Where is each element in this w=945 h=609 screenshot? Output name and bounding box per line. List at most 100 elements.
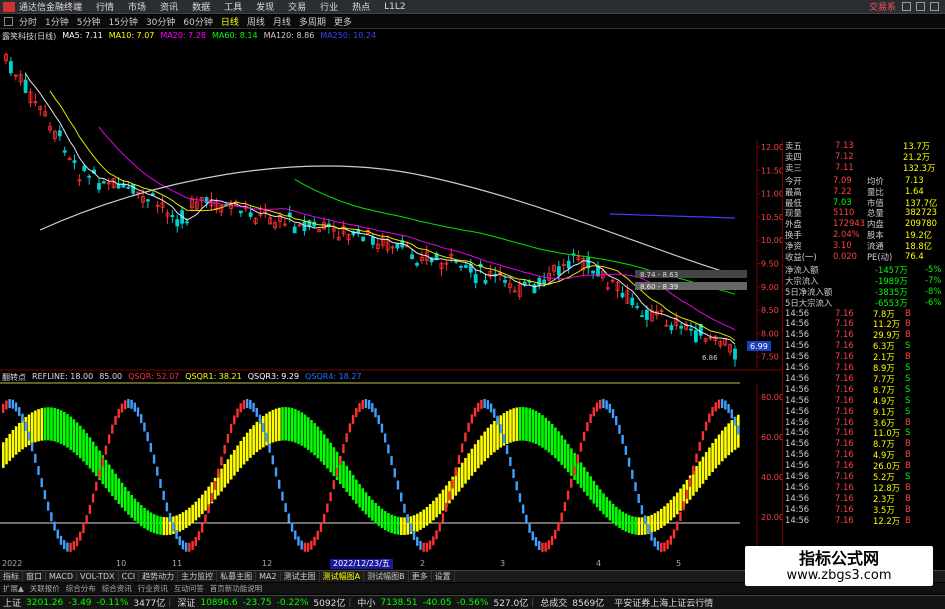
indicator-wave-bar — [107, 434, 111, 444]
indicator-wave-bar — [499, 424, 502, 434]
tick-row: 14:56 7.16 2.1万 B — [783, 351, 945, 362]
tab-13[interactable]: 设置 — [432, 571, 455, 582]
tab-0[interactable]: 指标 — [0, 571, 23, 582]
indicator-wave-bar — [249, 399, 252, 409]
stat-row: 外盘 172943 内盘 209780 — [783, 218, 945, 229]
flow-row: 5日净流入额 -3835万 -8% — [783, 286, 945, 297]
indicator-wave-bar — [672, 529, 676, 539]
indicator-wave-bar — [188, 542, 191, 552]
indicator-wave-bar — [146, 432, 149, 442]
indicator-wave-bar — [204, 514, 207, 524]
indicator-wave-bar — [130, 399, 133, 409]
indicator-band-bar — [75, 422, 79, 456]
tick-side: S — [905, 340, 911, 351]
tab-6[interactable]: 主力监控 — [178, 571, 218, 582]
candle-body — [57, 130, 62, 137]
indicator-band-bar — [679, 488, 682, 511]
candle-body — [635, 306, 640, 308]
candle-body — [175, 219, 180, 227]
indicator-wave-bar — [598, 399, 602, 409]
indicator-wave-bar — [460, 443, 464, 453]
info-tab-4[interactable]: 行业资讯 — [135, 583, 171, 594]
index-name[interactable]: 上证 — [3, 596, 21, 609]
index-name[interactable]: 深证 — [177, 596, 195, 609]
indicator-wave-bar — [679, 511, 682, 521]
tab-12[interactable]: 更多 — [409, 571, 432, 582]
indicator-band-bar — [149, 512, 153, 532]
indicator-band-bar — [290, 408, 294, 442]
indicator-wave-bar — [592, 407, 595, 417]
tick-price: 7.16 — [835, 481, 854, 492]
index-amount: 527.0亿 — [493, 599, 529, 609]
stat-value: 76.4 — [905, 251, 924, 261]
indicator-wave-bar — [708, 413, 711, 423]
indicator-wave-bar — [695, 453, 698, 463]
indicator-band-bar — [464, 457, 467, 484]
index-status-bar: 上证 3201.26 -3.49 -0.11% 3477亿 | 深证 10896.6 -23.7… — [0, 595, 945, 609]
axis-month-12: 12 — [262, 559, 273, 568]
price-tick-label: 10.50 — [761, 213, 784, 222]
candle-body — [8, 61, 13, 74]
tick-row: 14:56 7.16 8.7万 B — [783, 438, 945, 449]
indicator-wave-bar — [727, 404, 730, 414]
tab-7[interactable]: 私募主图 — [217, 571, 257, 582]
indicator-wave-bar — [383, 433, 387, 443]
tab-4[interactable]: CCI — [119, 572, 140, 581]
indicator-band-bar — [554, 427, 557, 459]
indicator-wave-bar — [627, 457, 631, 467]
info-tab-2[interactable]: 综合分布 — [63, 583, 99, 594]
stat-value: 7.22 — [833, 185, 852, 196]
tab-8[interactable]: MA2 — [256, 572, 281, 581]
tab-9[interactable]: 测试主图 — [281, 571, 320, 582]
tick-row: 14:56 7.16 9.1万 S — [783, 406, 945, 417]
indicator-legend: 翻转点 REFLINE: 18.00 85.00 QSQR: 52.07 QSQ… — [2, 372, 362, 382]
info-tab-5[interactable]: 互动问答 — [171, 583, 207, 594]
tab-2[interactable]: MACD — [46, 572, 77, 581]
tick-side: B — [905, 503, 911, 514]
info-tab-6[interactable]: 首页新功能说明 — [207, 583, 266, 594]
index-name[interactable]: 中小 — [357, 596, 375, 609]
indicator-wave-bar — [387, 444, 390, 454]
indicator-wave-bar — [602, 399, 605, 409]
tick-price: 7.16 — [835, 503, 854, 514]
info-tab-1[interactable]: 关联报价 — [27, 583, 63, 594]
tab-11[interactable]: 测试幅图B — [364, 571, 409, 582]
indicator-band-bar — [711, 443, 714, 473]
info-tab-0[interactable]: 扩展▲ — [0, 583, 27, 594]
tab-10[interactable]: 测试幅图A — [320, 571, 365, 582]
indicator-band-bar — [69, 416, 73, 450]
tick-time: 14:56 — [785, 372, 810, 383]
indicator-wave-bar — [326, 503, 329, 513]
indicator-wave-bar — [605, 400, 608, 410]
flow-row: 大宗流入 -1989万 -7% — [783, 275, 945, 286]
indicator-band-bar — [66, 414, 69, 448]
indicator-band-bar — [249, 428, 252, 458]
ask-price: 7.12 — [835, 150, 854, 161]
info-tab-3[interactable]: 综合资讯 — [99, 583, 135, 594]
tab-5[interactable]: 趋势动力 — [139, 571, 179, 582]
tab-1[interactable]: 窗口 — [23, 571, 46, 582]
indicator-wave-bar — [252, 402, 255, 412]
indicator-wave-bar — [650, 531, 653, 541]
indicator-band-bar — [120, 482, 124, 508]
indicator-param-qsqr3: QSQR3: 9.29 — [247, 372, 300, 381]
indicator-band-bar — [611, 503, 615, 524]
tab-3[interactable]: VOL-TDX — [77, 572, 119, 581]
tick-row: 14:56 7.16 5.2万 S — [783, 471, 945, 482]
indicator-band-bar — [467, 453, 470, 480]
stat-label: 收益(一) — [785, 252, 817, 262]
candle-body — [640, 315, 644, 318]
indicator-wave-bar — [521, 504, 525, 514]
indicator-wave-bar — [406, 514, 409, 524]
indicator-wave-bar — [457, 455, 461, 465]
date-cursor-label: 2022/12/23/五 — [330, 559, 393, 569]
indicator-band-bar — [435, 497, 438, 518]
indicator-band-bar — [531, 409, 535, 443]
indicator-band-bar — [640, 517, 644, 535]
ask-row: 卖四 7.12 21.2万 — [783, 151, 945, 162]
indicator-band-bar — [547, 420, 551, 453]
indicator-band-bar — [727, 423, 730, 456]
indicator-band-bar — [399, 517, 403, 535]
indicator-wave-bar — [538, 540, 541, 550]
indicator-wave-bar — [432, 536, 435, 546]
